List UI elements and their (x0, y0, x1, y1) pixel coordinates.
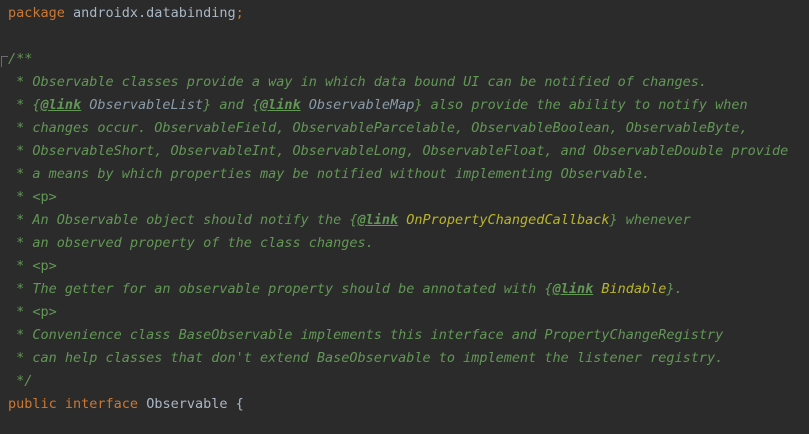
fold-marker-icon[interactable] (1, 56, 8, 67)
code-line-2[interactable]: /** (8, 48, 32, 71)
html-p-tag: <p> (32, 304, 57, 320)
code-line-8[interactable]: * <p> (8, 186, 57, 209)
code-line-16[interactable]: */ (8, 370, 32, 393)
doc-comment-text: * Observable classes provide a way in wh… (8, 74, 707, 90)
doc-comment-open: /** (8, 51, 33, 67)
code-line-11[interactable]: * <p> (8, 255, 57, 278)
doc-comment-text: * changes occur. ObservableField, Observ… (8, 120, 748, 136)
javadoc-link-tag: @link (40, 97, 82, 113)
javadoc-link-reference: ObservableMap (300, 97, 415, 113)
keyword-interface: interface (56, 396, 139, 412)
code-editor[interactable]: package androidx.databinding; /** * Obse… (0, 0, 809, 434)
doc-comment-text: * can help classes that don't extend Bas… (8, 350, 724, 366)
doc-comment-text: * { (8, 97, 41, 113)
keyword-package: package (8, 5, 65, 21)
interface-name: Observable { (138, 396, 244, 412)
doc-comment-text: * (8, 258, 33, 274)
doc-comment-text: }. (666, 281, 683, 297)
code-line-15[interactable]: * can help classes that don't extend Bas… (8, 347, 723, 370)
doc-comment-text: * a means by which properties may be not… (8, 166, 651, 182)
package-name: androidx.databinding (64, 5, 236, 21)
doc-comment-text: * An Observable object should notify the… (8, 212, 358, 228)
code-line-17[interactable]: public interface Observable { (8, 393, 244, 416)
code-line-14[interactable]: * Convenience class BaseObservable imple… (8, 324, 723, 347)
code-line-6[interactable]: * ObservableShort, ObservableInt, Observ… (8, 140, 788, 163)
code-line-7[interactable]: * a means by which properties may be not… (8, 163, 650, 186)
javadoc-link-reference: OnPropertyChangedCallback (398, 212, 610, 228)
code-line-1[interactable]: package androidx.databinding; (8, 2, 244, 25)
semicolon: ; (235, 5, 244, 21)
code-line-12[interactable]: * The getter for an observable property … (8, 278, 683, 301)
doc-comment-text: * Convenience class BaseObservable imple… (8, 327, 724, 343)
code-line-3[interactable]: * Observable classes provide a way in wh… (8, 71, 707, 94)
html-p-tag: <p> (32, 189, 57, 205)
keyword-public: public (8, 396, 57, 412)
doc-comment-text: } and { (203, 97, 260, 113)
code-line-10[interactable]: * an observed property of the class chan… (8, 232, 374, 255)
html-p-tag: <p> (32, 258, 57, 274)
code-line-9[interactable]: * An Observable object should notify the… (8, 209, 691, 232)
doc-comment-text: } also provide the ability to notify whe… (414, 97, 748, 113)
doc-comment-text: * ObservableShort, ObservableInt, Observ… (8, 143, 789, 159)
javadoc-link-tag: @link (259, 97, 301, 113)
javadoc-link-reference: Bindable (593, 281, 667, 297)
code-line-5[interactable]: * changes occur. ObservableField, Observ… (8, 117, 748, 140)
code-line-4[interactable]: * {@link ObservableList} and {@link Obse… (8, 94, 748, 117)
doc-comment-text: * an observed property of the class chan… (8, 235, 374, 251)
doc-comment-text: * The getter for an observable property … (8, 281, 553, 297)
doc-comment-text: } whenever (609, 212, 691, 228)
javadoc-link-tag: @link (357, 212, 399, 228)
doc-comment-close: */ (8, 373, 33, 389)
javadoc-link-reference: ObservableList (81, 97, 204, 113)
doc-comment-text: * (8, 304, 33, 320)
doc-comment-text: * (8, 189, 33, 205)
code-line-13[interactable]: * <p> (8, 301, 57, 324)
javadoc-link-tag: @link (552, 281, 594, 297)
